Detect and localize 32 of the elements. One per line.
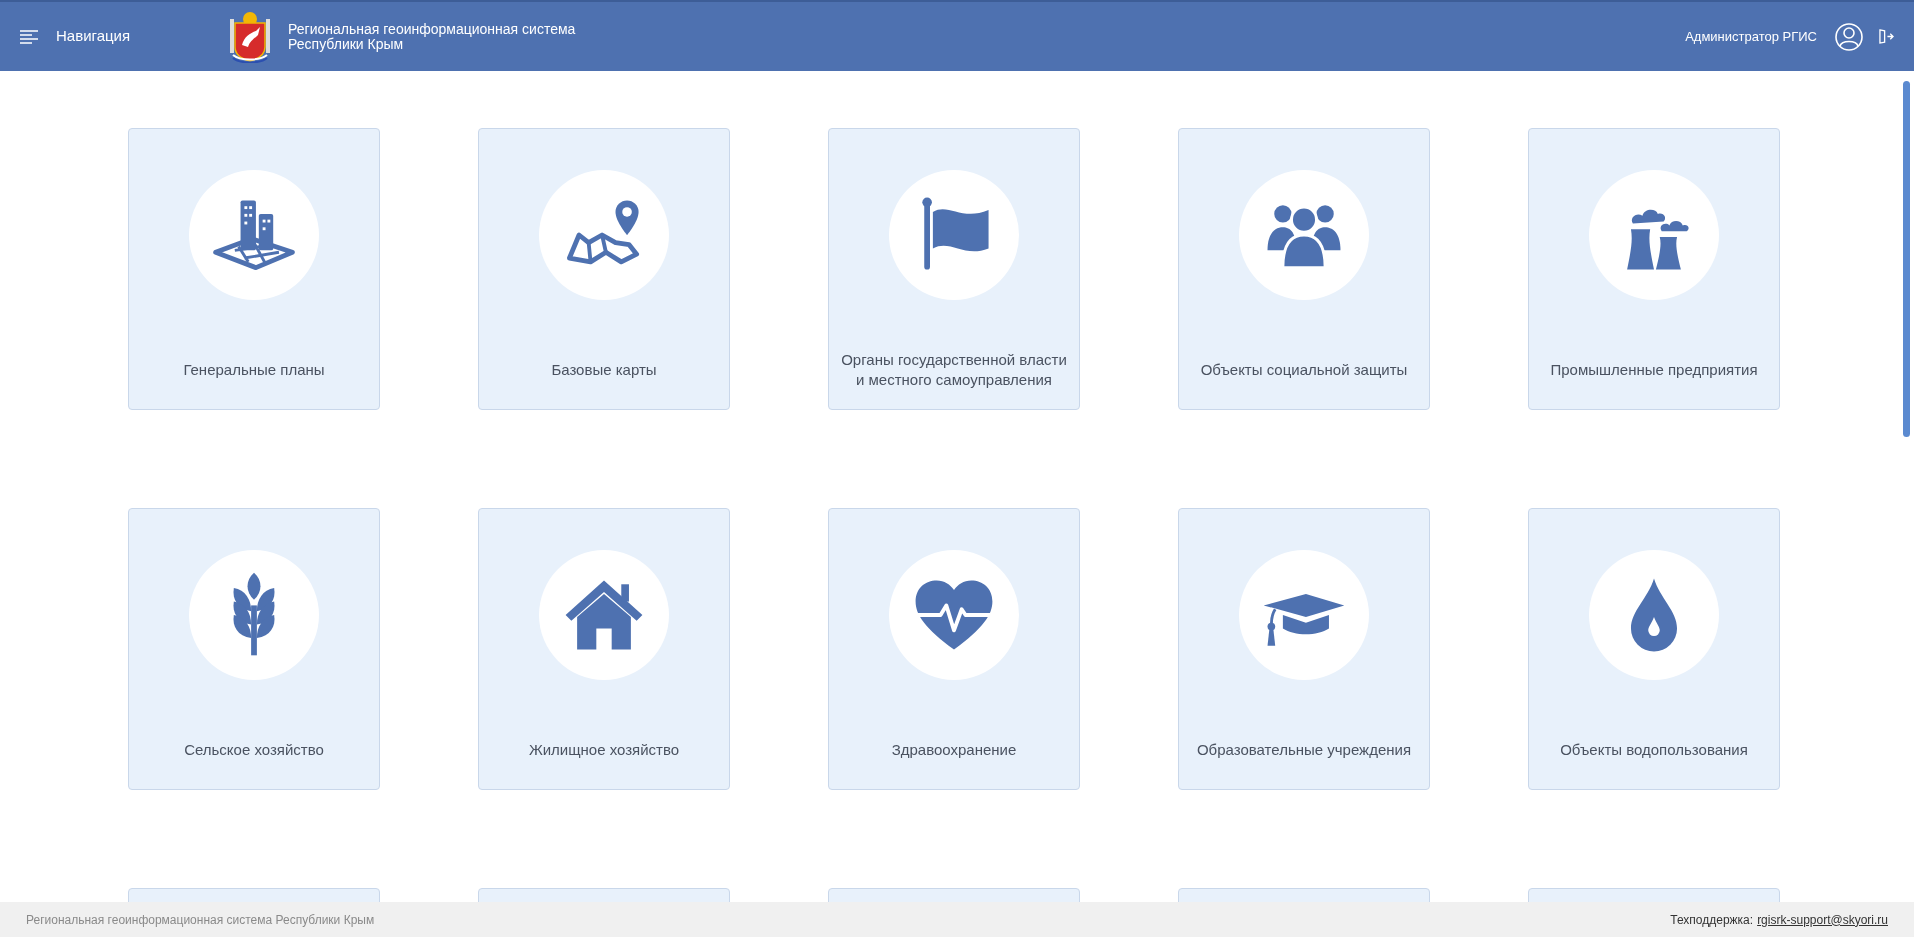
tile-label: Образовательные учреждения	[1196, 740, 1412, 760]
tile-label: Объекты социальной защиты	[1200, 360, 1408, 380]
scrollbar[interactable]	[1903, 81, 1910, 437]
support-label: Техподдержка:	[1670, 911, 1754, 929]
tile-label: Промышленные предприятия	[1550, 360, 1758, 380]
tile-label: Базовые карты	[551, 360, 657, 380]
category-tile[interactable]: Здравоохранение	[828, 508, 1080, 790]
tile-label: Здравоохранение	[891, 740, 1017, 760]
tile-label: Генеральные планы	[183, 360, 325, 380]
logout-icon[interactable]	[1879, 29, 1894, 44]
category-tile[interactable]: Генеральные планы	[128, 128, 380, 410]
category-tile[interactable]: Базовые карты	[478, 128, 730, 410]
tile-label: Сельское хозяйство	[184, 740, 324, 760]
category-tile[interactable]: Органы государственной власти и местного самоуправления	[828, 128, 1080, 410]
category-tile[interactable]: Промышленные предприятия	[1528, 128, 1780, 410]
support-email-link[interactable]: rgisrk-support@skyori.ru	[1757, 910, 1888, 929]
category-tile[interactable]: Сельское хозяйство	[128, 508, 380, 790]
user-avatar-icon[interactable]	[1835, 22, 1863, 51]
tile-label: Объекты водопользования	[1560, 740, 1748, 760]
system-title: Региональная геоинформационная система	[288, 21, 576, 37]
user-name: Администратор РГИС	[1685, 27, 1817, 46]
category-tile[interactable]: Объекты водопользования	[1528, 508, 1780, 790]
system-title: Республики Крым	[288, 36, 404, 52]
footer-text: Региональная геоинформационная система Республики Крым	[26, 911, 375, 929]
category-tile[interactable]: Жилищное хозяйство	[478, 508, 730, 790]
category-tile[interactable]: Образовательные учреждения	[1178, 508, 1430, 790]
tile-label: Органы государственной власти и местного самоуправления	[841, 350, 1067, 390]
menu-button[interactable]: Навигация	[20, 25, 131, 48]
tile-label: Жилищное хозяйство	[528, 740, 680, 760]
menu-icon	[20, 28, 38, 45]
category-tile[interactable]: Объекты социальной защиты	[1178, 128, 1430, 410]
coat-of-arms-icon	[228, 10, 273, 63]
